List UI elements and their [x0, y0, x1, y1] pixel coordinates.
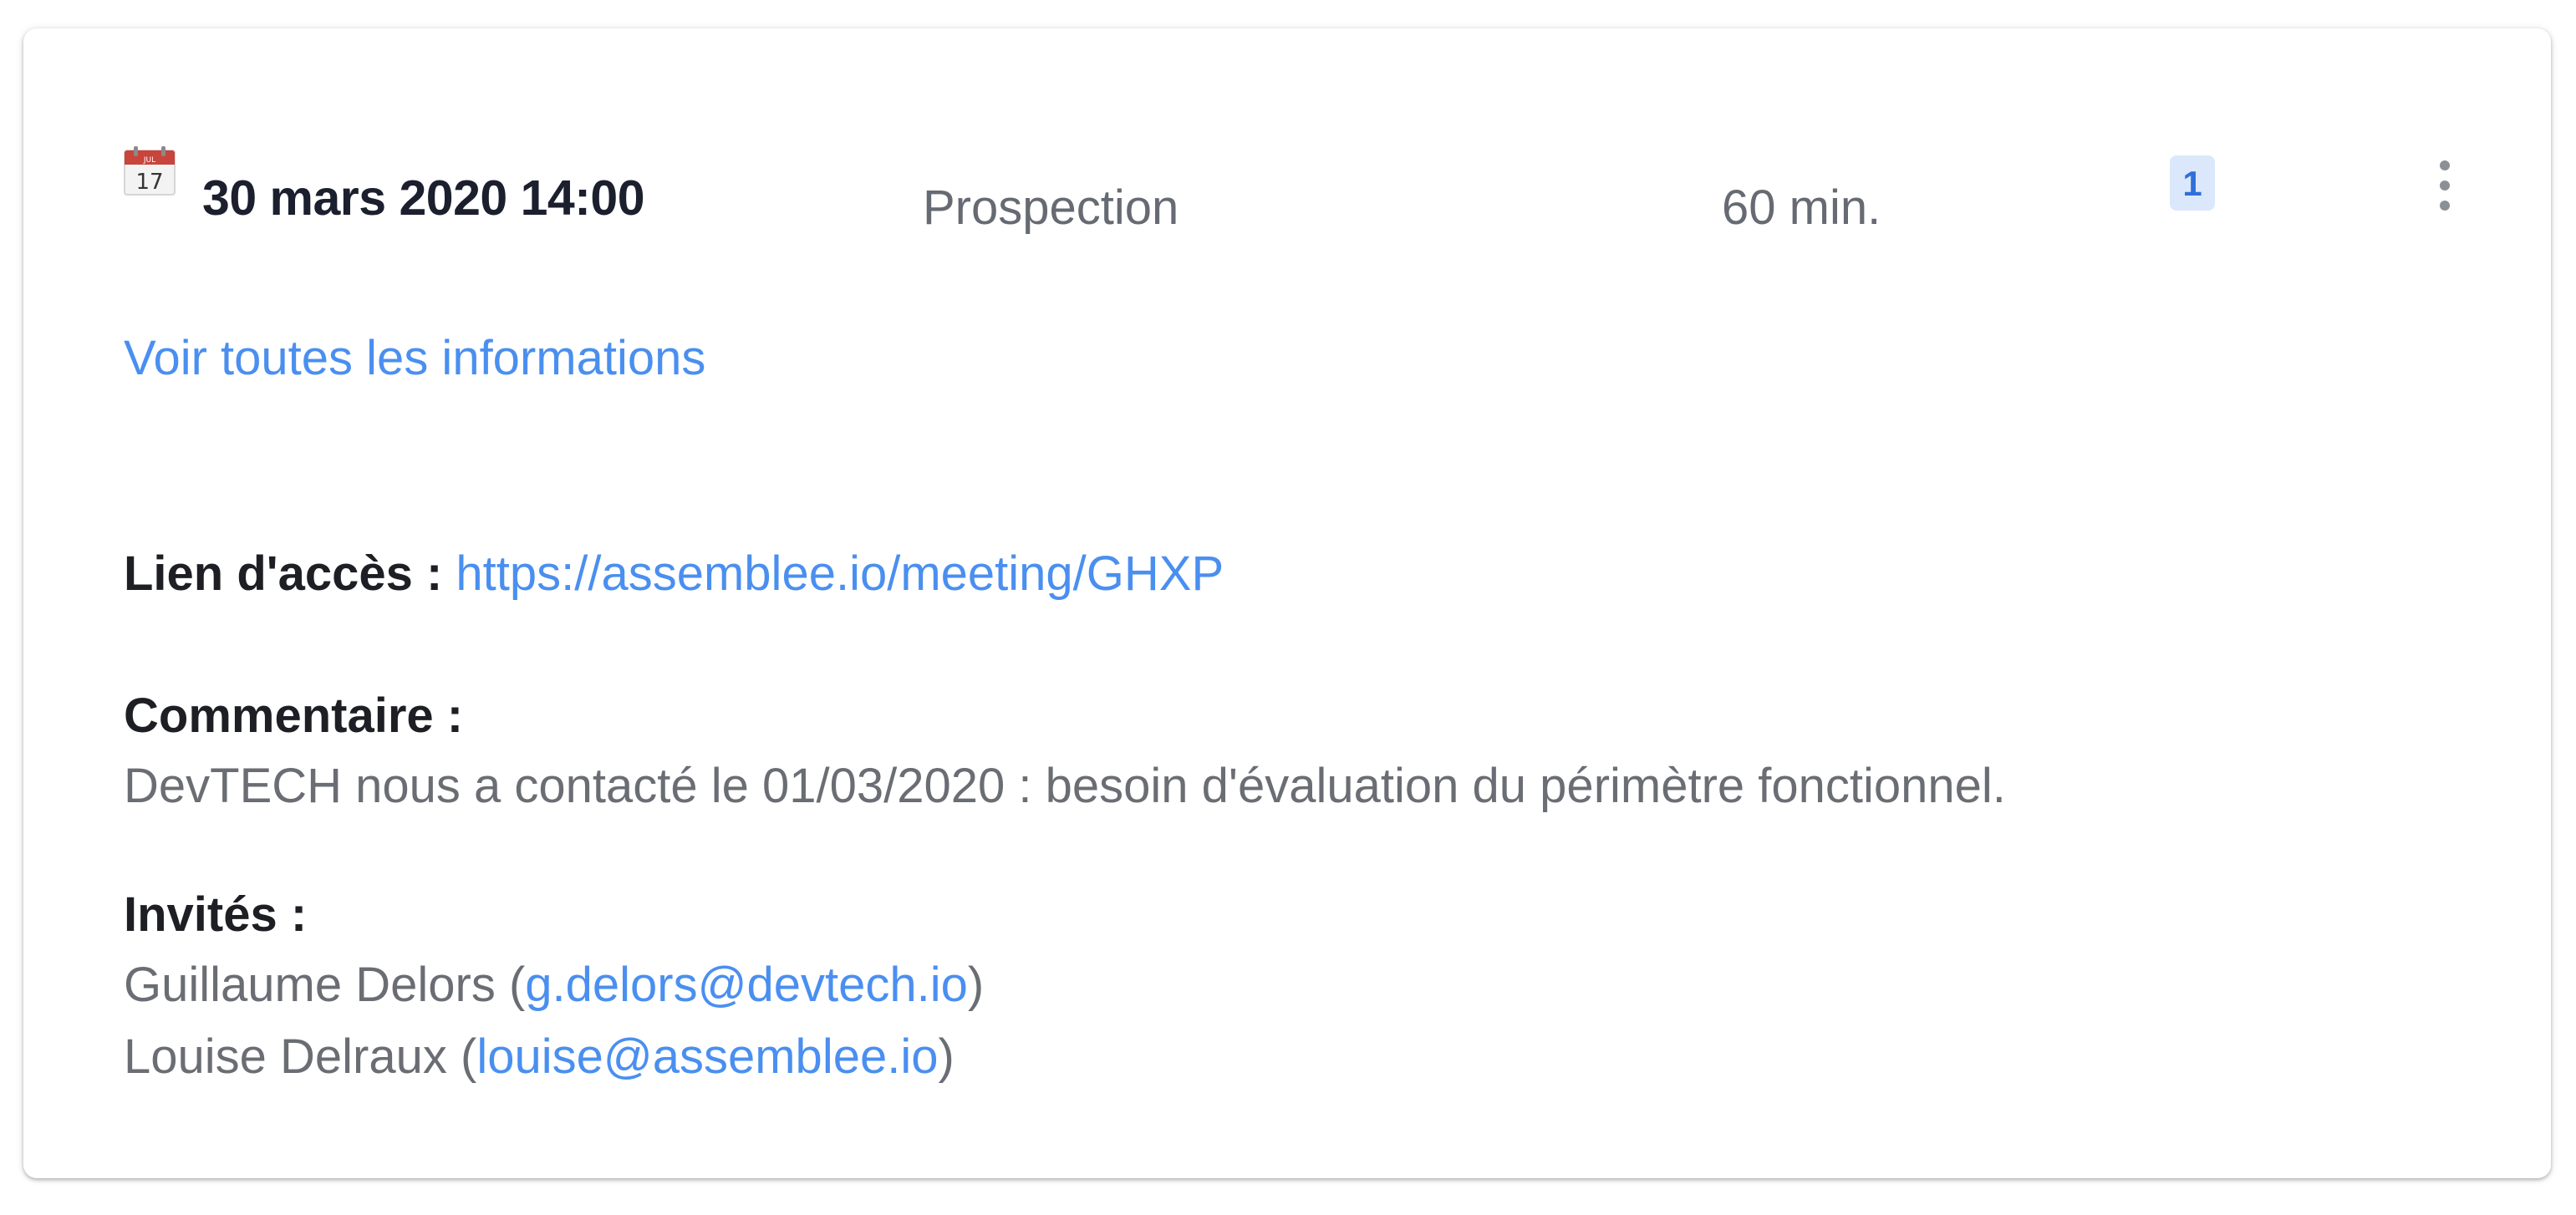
- guest-name: Louise Delraux (: [124, 1029, 477, 1084]
- calendar-icon-day: 17: [135, 170, 163, 195]
- meeting-duration: 60 min.: [1722, 180, 1881, 235]
- guest-close-paren: ): [938, 1029, 955, 1084]
- guests-label: Invités :: [124, 887, 308, 942]
- access-link-row: Lien d'accès : https://assemblee.io/meet…: [124, 545, 1224, 603]
- menu-dot: [2440, 201, 2450, 211]
- guest-item: Guillaume Delors (g.delors@devtech.io): [124, 956, 984, 1014]
- guest-email-link[interactable]: g.delors@devtech.io: [525, 958, 968, 1012]
- access-label: Lien d'accès :: [124, 546, 456, 601]
- meeting-url-link[interactable]: https://assemblee.io/meeting/GHXP: [456, 546, 1224, 601]
- guest-item: Louise Delraux (louise@assemblee.io): [124, 1028, 955, 1086]
- meeting-card: JUL 17 30 mars 2020 14:00 Prospection 60…: [23, 28, 2551, 1178]
- calendar-icon: JUL 17: [124, 146, 176, 196]
- count-badge[interactable]: 1: [2170, 155, 2215, 211]
- comment-label: Commentaire :: [124, 689, 464, 743]
- guest-close-paren: ): [967, 958, 985, 1012]
- meeting-type: Prospection: [923, 180, 1179, 235]
- guest-name: Guillaume Delors (: [124, 958, 526, 1012]
- menu-dot: [2440, 160, 2450, 170]
- more-options-icon[interactable]: [2431, 155, 2456, 236]
- meeting-header-row: JUL 17 30 mars 2020 14:00 Prospection 60…: [23, 28, 2551, 279]
- guest-email-link[interactable]: louise@assemblee.io: [476, 1029, 938, 1084]
- meeting-date: 30 mars 2020 14:00: [202, 170, 645, 226]
- calendar-icon-month: JUL: [143, 156, 155, 165]
- menu-dot: [2440, 180, 2450, 191]
- see-all-info-link[interactable]: Voir toutes les informations: [124, 329, 705, 388]
- comment-text: DevTECH nous a contacté le 01/03/2020 : …: [124, 759, 2006, 813]
